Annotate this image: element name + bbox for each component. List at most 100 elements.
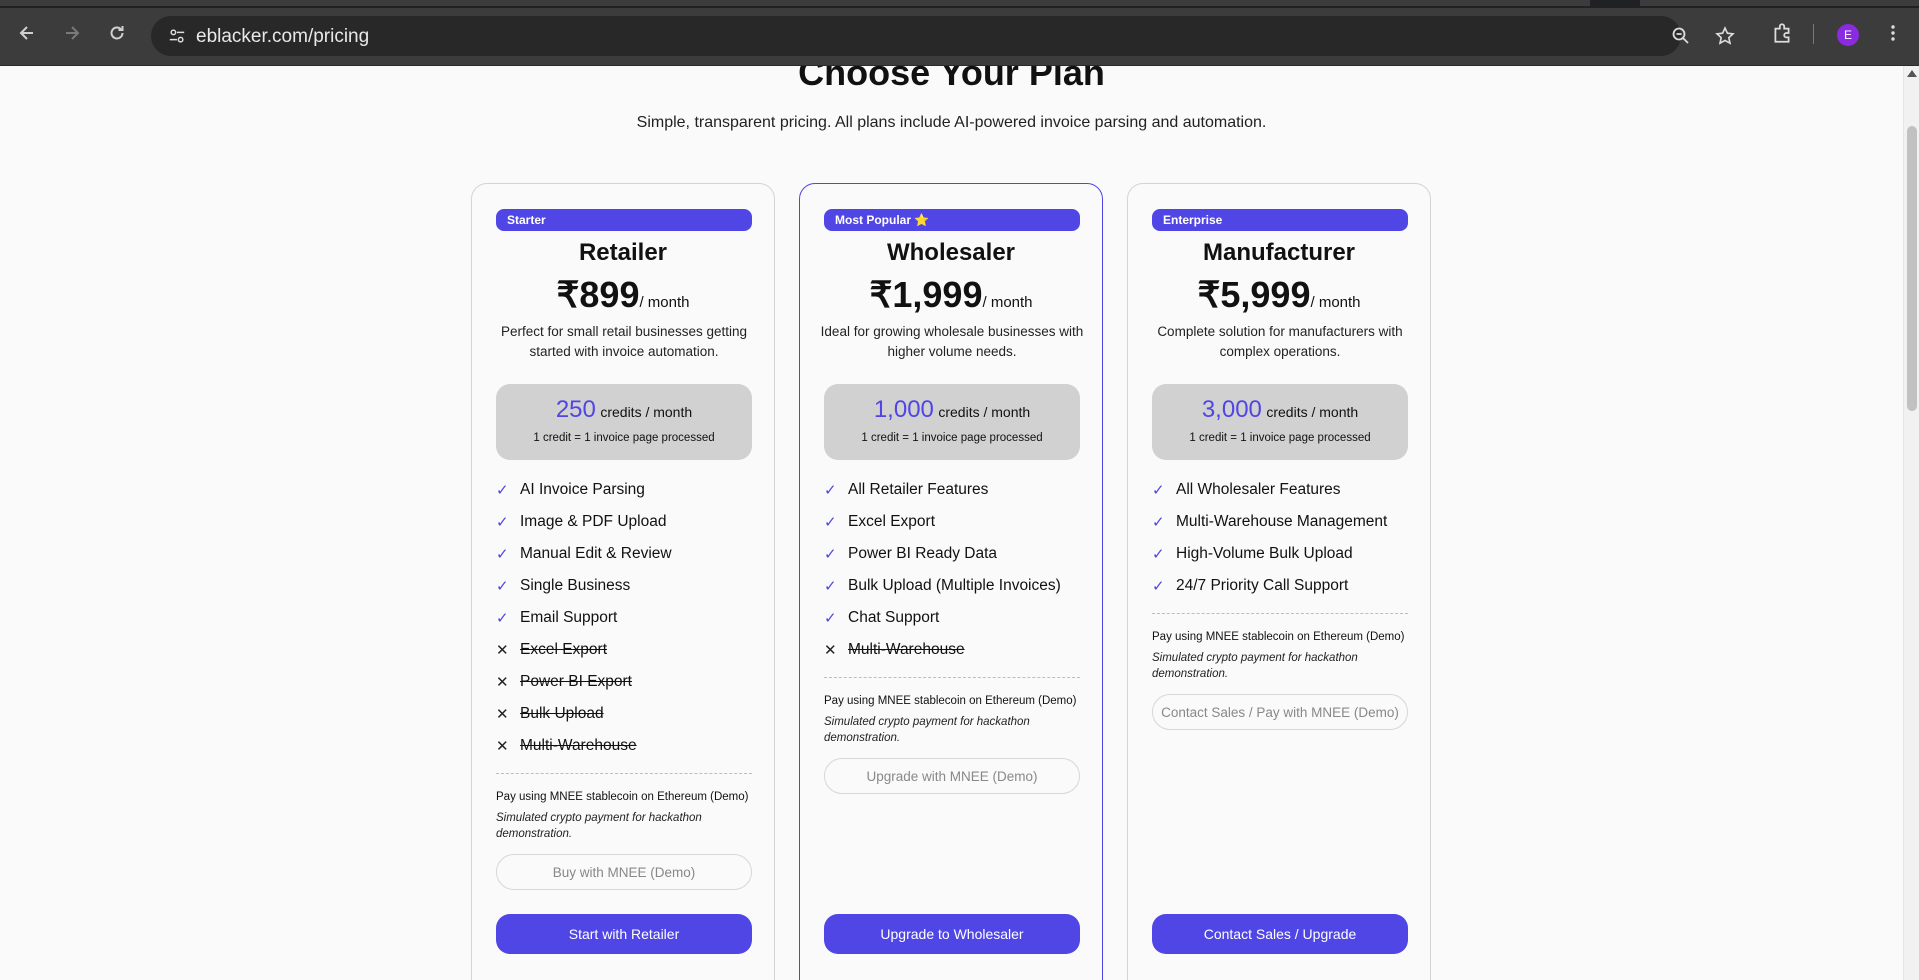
check-icon: ✓ — [496, 482, 509, 499]
pay-note: Pay using MNEE stablecoin on Ethereum (D… — [496, 791, 749, 803]
feature-item: ✓ Bulk Upload (Multiple Invoices) — [824, 577, 1061, 595]
forward-arrow-icon — [66, 26, 80, 40]
zoom-icon[interactable] — [1669, 24, 1693, 48]
mnee-pay-button[interactable]: Upgrade with MNEE (Demo) — [824, 758, 1080, 794]
feature-item: ✓ AI Invoice Parsing — [496, 481, 645, 499]
dashed-divider — [824, 677, 1080, 678]
feature-item-excluded: ✕ Multi-Warehouse — [496, 737, 637, 755]
plan-card-manufacturer: Enterprise Manufacturer ₹5,999/ month Co… — [1127, 183, 1431, 980]
plan-card-wholesaler: Most Popular ⭐ Wholesaler ₹1,999/ month … — [799, 183, 1103, 980]
plan-name: Retailer — [578, 239, 668, 266]
plan-name: Manufacturer — [1202, 239, 1356, 266]
plan-name: Wholesaler — [886, 239, 1016, 266]
x-icon: ✕ — [824, 642, 837, 659]
page-title: Choose Your Plan — [798, 66, 1105, 93]
mnee-pay-button[interactable]: Contact Sales / Pay with MNEE (Demo) — [1152, 694, 1408, 730]
menu-kebab-icon[interactable] — [1880, 20, 1906, 46]
plan-description: Ideal for growing wholesale businesses w… — [820, 324, 1084, 359]
plan-price: ₹1,999 — [869, 274, 983, 315]
plan-badge: Enterprise — [1152, 209, 1408, 231]
tab-strip — [0, 0, 1919, 8]
feature-item-excluded: ✕ Power BI Export — [496, 673, 632, 691]
check-icon: ✓ — [824, 578, 837, 595]
plan-card-retailer: Starter Retailer ₹899/ month Perfect for… — [471, 183, 775, 980]
check-icon: ✓ — [824, 514, 837, 531]
credits-unit: credits / month — [1266, 404, 1359, 420]
feature-item: ✓ Single Business — [496, 577, 631, 595]
bookmark-star-icon[interactable] — [1713, 24, 1737, 48]
back-arrow-icon — [19, 26, 33, 40]
credits-count: 250 — [555, 396, 596, 423]
plan-badge: Starter — [496, 209, 752, 231]
feature-item: ✓ Power BI Ready Data — [824, 545, 998, 563]
browser-toolbar: eblacker.com/pricing E — [0, 0, 1919, 66]
url-text[interactable]: eblacker.com/pricing — [196, 26, 369, 48]
dashed-divider — [496, 773, 752, 774]
check-icon: ✓ — [1152, 578, 1165, 595]
address-bar[interactable]: eblacker.com/pricing — [151, 16, 1735, 56]
x-icon: ✕ — [496, 642, 509, 659]
credits-note: 1 credit = 1 invoice page processed — [861, 432, 1043, 444]
feature-list: ✓ AI Invoice Parsing ✓ Image & PDF Upload … — [496, 474, 756, 762]
feature-item-excluded: ✕ Multi-Warehouse — [824, 641, 965, 659]
check-icon: ✓ — [1152, 546, 1165, 563]
check-icon: ✓ — [824, 482, 837, 499]
plan-price: ₹5,999 — [1197, 274, 1311, 315]
price-row: ₹899/ month — [472, 274, 774, 316]
feature-item: ✓ 24/7 Priority Call Support — [1152, 577, 1349, 595]
check-icon: ✓ — [824, 610, 837, 627]
back-button[interactable] — [12, 18, 42, 48]
credits-box: 3,000 credits / month 1 credit = 1 invoi… — [1152, 384, 1408, 460]
credits-unit: credits / month — [600, 404, 693, 420]
upgrade-wholesaler-button[interactable]: Upgrade to Wholesaler — [824, 914, 1080, 954]
credits-count: 1,000 — [873, 396, 934, 423]
forward-button[interactable] — [57, 18, 87, 48]
plan-period: / month — [982, 294, 1033, 311]
contact-sales-button[interactable]: Contact Sales / Upgrade — [1152, 914, 1408, 954]
scroll-up-arrow-icon[interactable] — [1907, 70, 1917, 77]
plan-description: Perfect for small retail businesses gett… — [500, 324, 748, 359]
reload-icon — [110, 26, 124, 40]
plan-badge: Most Popular ⭐ — [824, 209, 1080, 231]
credits-box: 1,000 credits / month 1 credit = 1 invoi… — [824, 384, 1080, 460]
start-retailer-button[interactable]: Start with Retailer — [496, 914, 752, 954]
check-icon: ✓ — [496, 514, 509, 531]
pay-subnote: Simulated crypto payment for hackathon d… — [824, 716, 1030, 744]
feature-item: ✓ All Wholesaler Features — [1152, 481, 1341, 499]
profile-avatar[interactable]: E — [1837, 24, 1859, 46]
pricing-page: Choose Your Plan Simple, transparent pri… — [0, 66, 1903, 980]
plan-description: Complete solution for manufacturers with… — [1157, 324, 1403, 359]
credits-note: 1 credit = 1 invoice page processed — [533, 432, 715, 444]
mnee-pay-button[interactable]: Buy with MNEE (Demo) — [496, 854, 752, 890]
page-scrollbar[interactable] — [1903, 66, 1919, 980]
credits-unit: credits / month — [938, 404, 1031, 420]
pay-subnote: Simulated crypto payment for hackathon d… — [496, 812, 702, 840]
feature-item: ✓ Excel Export — [824, 513, 936, 531]
reload-button[interactable] — [102, 18, 132, 48]
toolbar-separator — [1813, 24, 1814, 44]
feature-item: ✓ High-Volume Bulk Upload — [1152, 545, 1353, 563]
feature-item: ✓ All Retailer Features — [824, 481, 989, 499]
x-icon: ✕ — [496, 706, 509, 723]
scroll-thumb[interactable] — [1907, 126, 1917, 411]
plan-period: / month — [1310, 294, 1361, 311]
x-icon: ✕ — [496, 674, 509, 691]
feature-item: ✓ Manual Edit & Review — [496, 545, 672, 563]
plan-price: ₹899 — [556, 274, 640, 315]
credits-note: 1 credit = 1 invoice page processed — [1189, 432, 1371, 444]
dashed-divider — [1152, 613, 1408, 614]
feature-item: ✓ Chat Support — [824, 609, 940, 627]
credits-box: 250 credits / month 1 credit = 1 invoice… — [496, 384, 752, 460]
feature-item: ✓ Image & PDF Upload — [496, 513, 667, 531]
check-icon: ✓ — [496, 546, 509, 563]
page-subtitle: Simple, transparent pricing. All plans i… — [636, 114, 1267, 131]
pay-note: Pay using MNEE stablecoin on Ethereum (D… — [824, 695, 1077, 707]
credits-count: 3,000 — [1201, 396, 1262, 423]
x-icon: ✕ — [496, 738, 509, 755]
feature-item-excluded: ✕ Excel Export — [496, 641, 608, 659]
site-info-icon[interactable] — [165, 25, 189, 47]
feature-list: ✓ All Retailer Features ✓ Excel Export ✓ Po… — [824, 474, 1084, 666]
pay-note: Pay using MNEE stablecoin on Ethereum (D… — [1152, 631, 1405, 643]
check-icon: ✓ — [496, 610, 509, 627]
extensions-puzzle-icon[interactable] — [1769, 20, 1795, 46]
